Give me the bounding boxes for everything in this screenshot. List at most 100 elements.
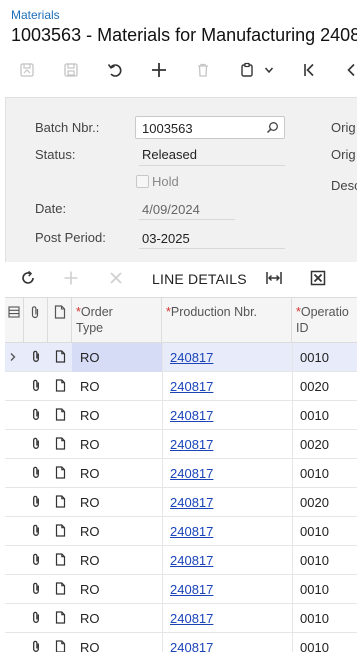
table-row[interactable]: RO 240817 0010 <box>5 575 357 604</box>
attachment-cell[interactable] <box>31 343 43 372</box>
table-row[interactable]: RO 240817 0020 <box>5 488 357 517</box>
order-type-cell[interactable]: RO <box>72 517 162 546</box>
copy-paste-dropdown[interactable] <box>262 56 276 84</box>
refresh-button[interactable] <box>18 270 38 290</box>
production-nbr-link[interactable]: 240817 <box>170 604 213 633</box>
table-row[interactable]: RO 240817 0010 <box>5 343 357 372</box>
operation-id-cell[interactable]: 0010 <box>300 459 329 488</box>
operation-id-header[interactable]: *Operatio ID <box>292 298 357 343</box>
row-selector[interactable] <box>9 430 21 459</box>
attachment-cell[interactable] <box>31 430 43 459</box>
row-selector[interactable] <box>9 575 21 604</box>
table-row[interactable]: RO 240817 0020 <box>5 372 357 401</box>
export-excel-button[interactable] <box>307 270 329 290</box>
attachment-cell[interactable] <box>31 459 43 488</box>
row-selector[interactable] <box>9 488 21 517</box>
production-nbr-link[interactable]: 240817 <box>170 575 213 604</box>
operation-id-cell[interactable]: 0010 <box>300 343 329 372</box>
row-selector[interactable] <box>9 546 21 575</box>
row-selector[interactable] <box>9 517 21 546</box>
operation-id-cell[interactable]: 0010 <box>300 546 329 575</box>
note-cell[interactable] <box>55 401 67 430</box>
row-selector[interactable] <box>9 459 21 488</box>
attachment-cell[interactable] <box>31 517 43 546</box>
table-row[interactable]: RO 240817 0010 <box>5 401 357 430</box>
note-cell[interactable] <box>55 517 67 546</box>
note-cell[interactable] <box>55 372 67 401</box>
search-icon[interactable] <box>266 121 279 137</box>
table-row[interactable]: RO 240817 0010 <box>5 517 357 546</box>
row-selector[interactable] <box>9 372 21 401</box>
add-row-button[interactable] <box>61 270 81 290</box>
line-details-button[interactable]: LINE DETAILS <box>152 271 247 287</box>
note-cell[interactable] <box>55 633 67 652</box>
order-type-cell[interactable]: RO <box>72 401 162 430</box>
batch-nbr-field[interactable]: 1003563 <box>135 116 285 139</box>
operation-id-cell[interactable]: 0010 <box>300 604 329 633</box>
order-type-cell[interactable]: RO <box>72 546 162 575</box>
operation-id-cell[interactable]: 0010 <box>300 517 329 546</box>
order-type-cell[interactable]: RO <box>72 604 162 633</box>
order-type-cell[interactable]: RO <box>72 575 162 604</box>
order-type-cell[interactable]: RO <box>72 633 162 652</box>
operation-id-cell[interactable]: 0020 <box>300 430 329 459</box>
column-settings-header[interactable] <box>5 298 24 343</box>
order-type-cell[interactable]: RO <box>72 488 162 517</box>
first-record-button[interactable] <box>298 56 320 84</box>
operation-id-cell[interactable]: 0020 <box>300 372 329 401</box>
attachment-cell[interactable] <box>31 372 43 401</box>
production-nbr-link[interactable]: 240817 <box>170 459 213 488</box>
undo-button[interactable] <box>104 56 126 84</box>
order-type-header[interactable]: *Order Type <box>72 298 162 343</box>
production-nbr-link[interactable]: 240817 <box>170 372 213 401</box>
note-cell[interactable] <box>55 459 67 488</box>
note-cell[interactable] <box>55 604 67 633</box>
previous-record-button[interactable] <box>342 56 357 84</box>
order-type-cell[interactable]: RO <box>72 430 162 459</box>
note-cell[interactable] <box>55 546 67 575</box>
production-nbr-link[interactable]: 240817 <box>170 633 213 652</box>
table-row[interactable]: RO 240817 0020 <box>5 430 357 459</box>
note-cell[interactable] <box>55 575 67 604</box>
note-cell[interactable] <box>55 430 67 459</box>
operation-id-cell[interactable]: 0020 <box>300 488 329 517</box>
production-nbr-link[interactable]: 240817 <box>170 546 213 575</box>
table-row[interactable]: RO 240817 0010 <box>5 604 357 633</box>
fit-columns-button[interactable] <box>263 270 285 290</box>
attachment-cell[interactable] <box>31 488 43 517</box>
attachment-cell[interactable] <box>31 633 43 652</box>
save-draft-button[interactable] <box>16 56 38 84</box>
delete-row-button[interactable] <box>106 270 126 290</box>
row-selector[interactable] <box>9 633 21 652</box>
row-selector[interactable] <box>9 604 21 633</box>
operation-id-cell[interactable]: 0010 <box>300 575 329 604</box>
attachment-cell[interactable] <box>31 575 43 604</box>
row-selector[interactable] <box>9 343 21 372</box>
operation-id-cell[interactable]: 0010 <box>300 633 329 652</box>
copy-paste-button[interactable] <box>236 56 258 84</box>
operation-id-cell[interactable]: 0010 <box>300 401 329 430</box>
hold-checkbox[interactable] <box>136 175 149 188</box>
attachment-cell[interactable] <box>31 401 43 430</box>
table-row[interactable]: RO 240817 0010 <box>5 546 357 575</box>
save-button[interactable] <box>60 56 82 84</box>
production-nbr-link[interactable]: 240817 <box>170 343 213 372</box>
row-selector[interactable] <box>9 401 21 430</box>
note-cell[interactable] <box>55 343 67 372</box>
production-nbr-link[interactable]: 240817 <box>170 488 213 517</box>
order-type-cell[interactable]: RO <box>72 372 162 401</box>
production-nbr-link[interactable]: 240817 <box>170 430 213 459</box>
production-nbr-link[interactable]: 240817 <box>170 517 213 546</box>
attachment-cell[interactable] <box>31 546 43 575</box>
table-row[interactable]: RO 240817 0010 <box>5 633 357 652</box>
order-type-cell[interactable]: RO <box>72 459 162 488</box>
delete-button[interactable] <box>192 56 214 84</box>
production-nbr-link[interactable]: 240817 <box>170 401 213 430</box>
table-row[interactable]: RO 240817 0010 <box>5 459 357 488</box>
production-nbr-header[interactable]: *Production Nbr. <box>162 298 292 343</box>
attachment-cell[interactable] <box>31 604 43 633</box>
add-button[interactable] <box>148 56 170 84</box>
breadcrumb[interactable]: Materials <box>11 8 60 22</box>
order-type-cell[interactable]: RO <box>72 343 162 372</box>
note-cell[interactable] <box>55 488 67 517</box>
